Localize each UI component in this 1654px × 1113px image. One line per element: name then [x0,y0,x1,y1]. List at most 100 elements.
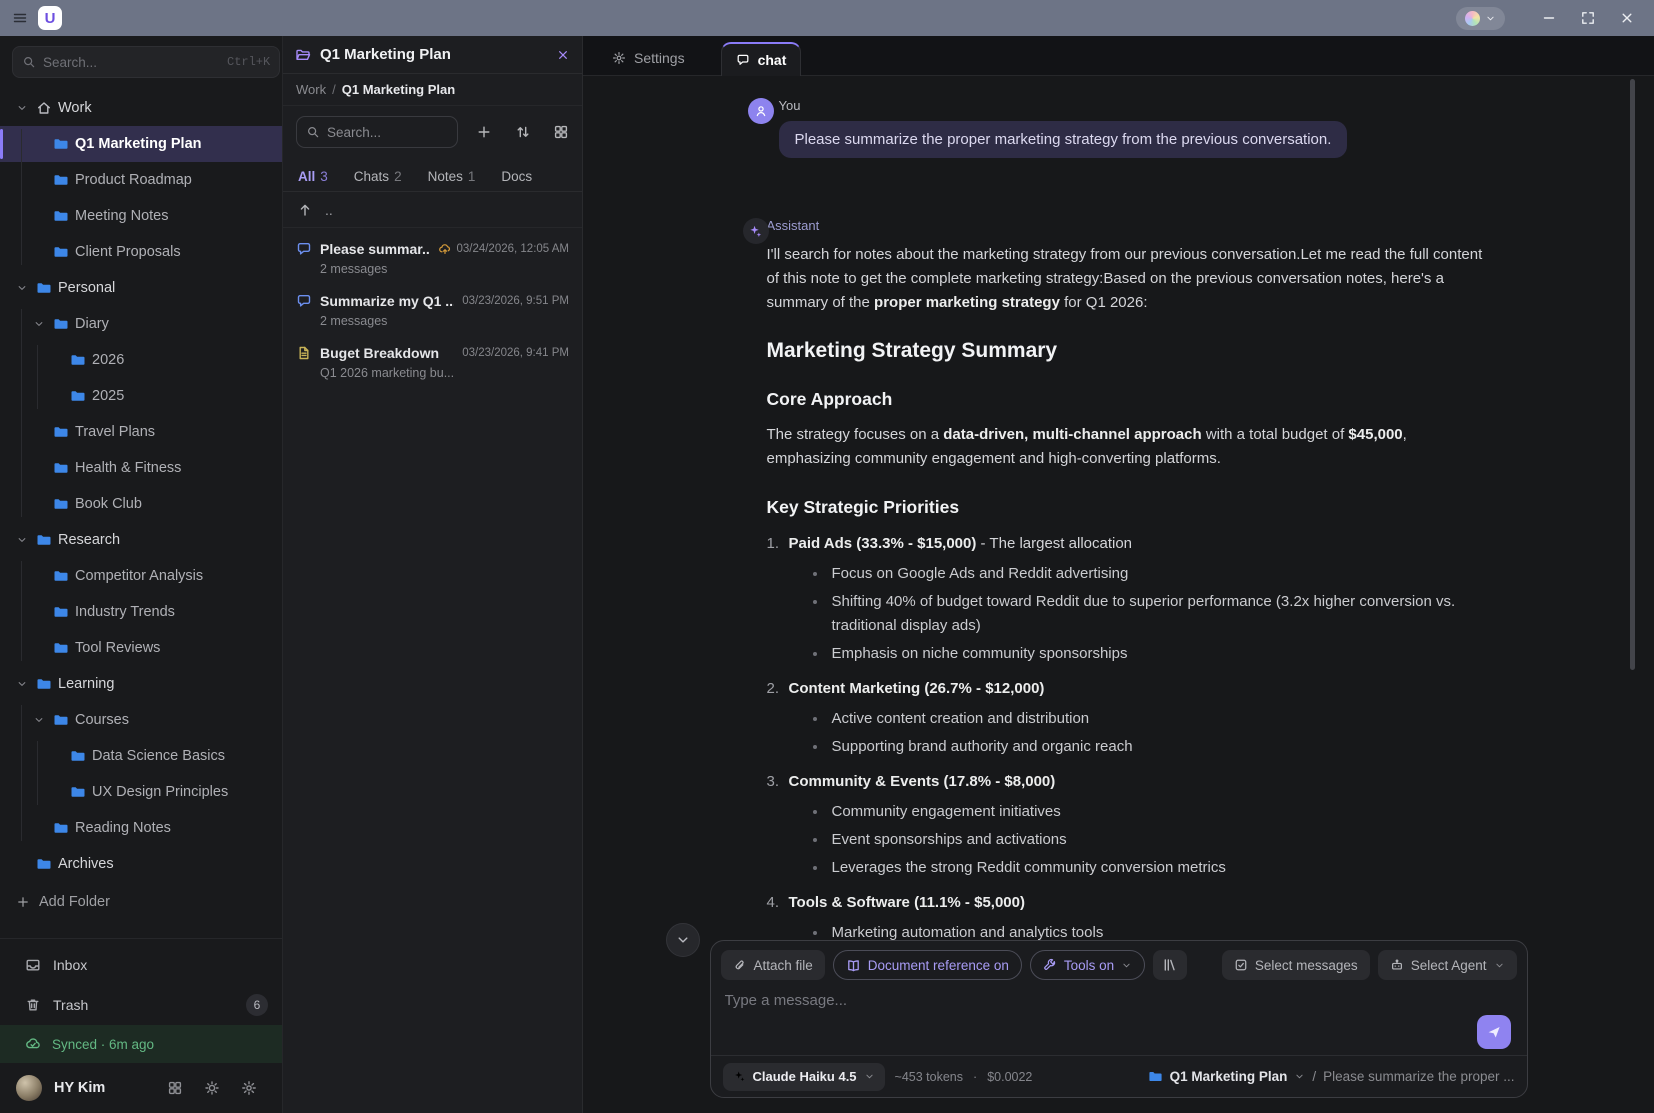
parent-directory-row[interactable]: .. [283,192,582,228]
tree-indent-guide [21,561,22,661]
sidebar-tree-item[interactable]: Travel Plans [0,414,282,450]
sidebar-item-trash[interactable]: Trash 6 [0,985,282,1025]
hamburger-menu-icon[interactable] [12,10,28,26]
sidebar-search-input[interactable] [43,55,220,70]
priority-item: 1.Paid Ads (33.3% - $15,000) - The large… [767,531,1484,557]
sidebar-item-inbox[interactable]: Inbox [0,945,282,985]
file-item-title: Summarize my Q1 ... [320,293,454,309]
sidebar-tree-item[interactable]: Q1 Marketing Plan [0,126,282,162]
chat-panel-tab-settings[interactable]: Settings [598,41,699,75]
sidebar-tree-item[interactable]: Diary [0,306,282,342]
search-icon [306,125,320,139]
chevron-down-icon[interactable] [14,282,30,294]
files-search[interactable] [296,116,458,148]
sidebar-tree-item[interactable]: UX Design Principles [0,774,282,810]
sort-icon[interactable] [515,124,531,140]
sidebar-tree-item[interactable]: Product Roadmap [0,162,282,198]
files-tab-notes[interactable]: Notes1 [428,169,476,184]
account-menu[interactable] [1456,7,1505,30]
sidebar-tree-item[interactable]: 2026 [0,342,282,378]
attach-file-button[interactable]: Attach file [721,950,825,980]
file-list-item[interactable]: Please summar...03/24/2026, 12:05 AM2 me… [283,232,582,284]
close-button[interactable] [1610,4,1644,32]
chevron-down-icon[interactable] [14,102,30,114]
sidebar-tree-item[interactable]: Industry Trends [0,594,282,630]
add-folder-button[interactable]: Add Folder [0,884,282,920]
priority-number: 4. [767,890,789,916]
chat-panel-tab-chat[interactable]: chat [721,42,802,76]
sidebar-tree-item[interactable]: Book Club [0,486,282,522]
minimize-button[interactable] [1532,4,1566,32]
files-tab-docs[interactable]: Docs [501,169,532,184]
tools-toggle[interactable]: Tools on [1030,950,1145,980]
library-button[interactable] [1153,950,1187,980]
document-reference-toggle[interactable]: Document reference on [833,950,1022,980]
sidebar-tree-item[interactable]: Archives [0,846,282,882]
grid-view-icon[interactable] [553,124,569,140]
inbox-icon [25,957,41,973]
chat-bubble-icon [736,53,750,67]
folder-icon [53,496,69,512]
apps-grid-icon[interactable] [167,1080,183,1096]
sidebar-tree-item[interactable]: Research [0,522,282,558]
chevron-down-icon [1294,1071,1305,1082]
breadcrumb-current: Q1 Marketing Plan [342,82,455,97]
sidebar-tree-item[interactable]: Reading Notes [0,810,282,846]
chat-scrollbar-thumb[interactable] [1630,79,1635,670]
sidebar-tree-item[interactable]: Learning [0,666,282,702]
sidebar-tree-item[interactable]: Meeting Notes [0,198,282,234]
app-window: U Ctrl+K WorkQ1 Marketing PlanProduct R [0,0,1654,1113]
sidebar-tree-item[interactable]: Work [0,90,282,126]
user-avatar[interactable] [16,1075,42,1101]
select-messages-button[interactable]: Select messages [1222,950,1370,980]
inbox-label: Inbox [53,957,87,973]
scroll-to-bottom-button[interactable] [666,923,700,957]
wrench-icon [1043,958,1057,972]
select-agent-button[interactable]: Select Agent [1378,950,1517,980]
bullet-text: Focus on Google Ads and Reddit advertisi… [832,562,1129,586]
settings-gear-icon[interactable] [241,1080,257,1096]
bullet-text: Supporting brand authority and organic r… [832,735,1133,759]
files-tab-label: All [298,169,315,184]
assistant-sender: Assistant [767,218,1528,233]
file-list-item[interactable]: Summarize my Q1 ...03/23/2026, 9:51 PM2 … [283,284,582,336]
text: for Q1 2026: [1060,294,1148,311]
sync-status[interactable]: Synced · 6m ago [0,1025,282,1063]
file-list-item[interactable]: Buget Breakdown03/23/2026, 9:41 PMQ1 202… [283,336,582,388]
chat-scroll-area[interactable]: You Please summarize the proper marketin… [583,76,1654,940]
select-agent-label: Select Agent [1411,958,1487,973]
files-tab-chats[interactable]: Chats2 [354,169,402,184]
sidebar-tree-item[interactable]: Client Proposals [0,234,282,270]
close-panel-icon[interactable] [556,48,570,62]
maximize-button[interactable] [1571,4,1605,32]
sidebar-tree-item[interactable]: Health & Fitness [0,450,282,486]
sidebar-tree-item[interactable]: Courses [0,702,282,738]
new-item-icon[interactable] [476,124,492,140]
breadcrumb-parent[interactable]: Work [296,82,326,97]
chevron-down-icon[interactable] [14,534,30,546]
chevron-down-icon[interactable] [31,714,47,726]
priority-title: Community & Events (17.8% - $8,000) [789,773,1056,790]
sidebar-search[interactable]: Ctrl+K [12,46,280,78]
folder-icon [53,172,69,188]
sidebar-tree-item[interactable]: Tool Reviews [0,630,282,666]
chevron-down-icon[interactable] [31,318,47,330]
chevron-down-icon[interactable] [14,678,30,690]
message-input[interactable] [725,992,1443,1049]
sidebar-tree-item[interactable]: Data Science Basics [0,738,282,774]
send-button[interactable] [1477,1015,1511,1049]
theme-sun-icon[interactable] [204,1080,220,1096]
sidebar-tree-item[interactable]: Competitor Analysis [0,558,282,594]
chat-panel: Settings chat You Please summarize the pr… [583,36,1654,1113]
tree-indent-guide [21,309,22,517]
chat-tab-bar: Settings chat [583,36,1654,76]
folder-icon [70,784,86,800]
folder-icon [53,136,69,152]
files-search-input[interactable] [327,125,448,140]
files-tab-all[interactable]: All3 [298,169,328,184]
context-folder[interactable]: Q1 Marketing Plan [1170,1069,1288,1084]
folder-icon [36,280,52,296]
model-selector[interactable]: Claude Haiku 4.5 [723,1063,885,1091]
sidebar-tree-item[interactable]: 2025 [0,378,282,414]
sidebar-tree-item[interactable]: Personal [0,270,282,306]
